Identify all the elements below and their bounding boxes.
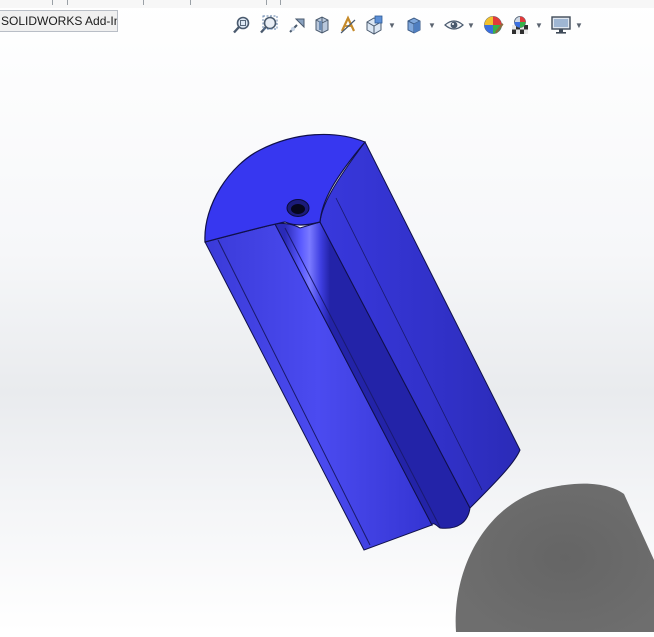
dynamic-annotation-views-icon[interactable] [336,13,360,37]
ribbon-separator [280,0,281,5]
ribbon-separator [143,0,144,5]
tab-solidworks-add-ins[interactable]: SOLIDWORKS Add-Ins [0,10,118,32]
section-view-icon[interactable] [310,13,334,37]
apply-scene-dropdown-arrow[interactable]: ▼ [535,21,543,31]
ribbon-separator [266,0,267,5]
display-style-dropdown-arrow[interactable]: ▼ [428,21,436,31]
previous-view-icon[interactable] [285,13,309,37]
hide-show-items-dropdown-arrow[interactable]: ▼ [467,21,475,31]
ribbon-separator [52,0,53,5]
view-orientation-dropdown-arrow[interactable]: ▼ [388,21,396,31]
model-shadow [455,483,654,632]
edit-appearance-icon[interactable] [481,13,505,37]
ribbon-separator [190,0,191,5]
graphics-area[interactable] [0,40,654,632]
model-hole-inner [291,204,305,214]
zoom-to-fit-icon[interactable] [230,13,254,37]
ribbon-separator [67,0,68,5]
model-view [204,133,654,632]
view-orientation-icon[interactable] [362,13,386,37]
zoom-to-area-icon[interactable] [257,13,281,37]
apply-scene-icon[interactable] [508,13,532,37]
ribbon-bottom-strip [0,0,654,8]
view-settings-icon[interactable] [549,13,573,37]
hide-show-items-icon[interactable] [442,13,466,37]
view-settings-dropdown-arrow[interactable]: ▼ [575,21,583,31]
display-style-icon[interactable] [402,13,426,37]
tab-label: SOLIDWORKS Add-Ins [1,14,118,28]
